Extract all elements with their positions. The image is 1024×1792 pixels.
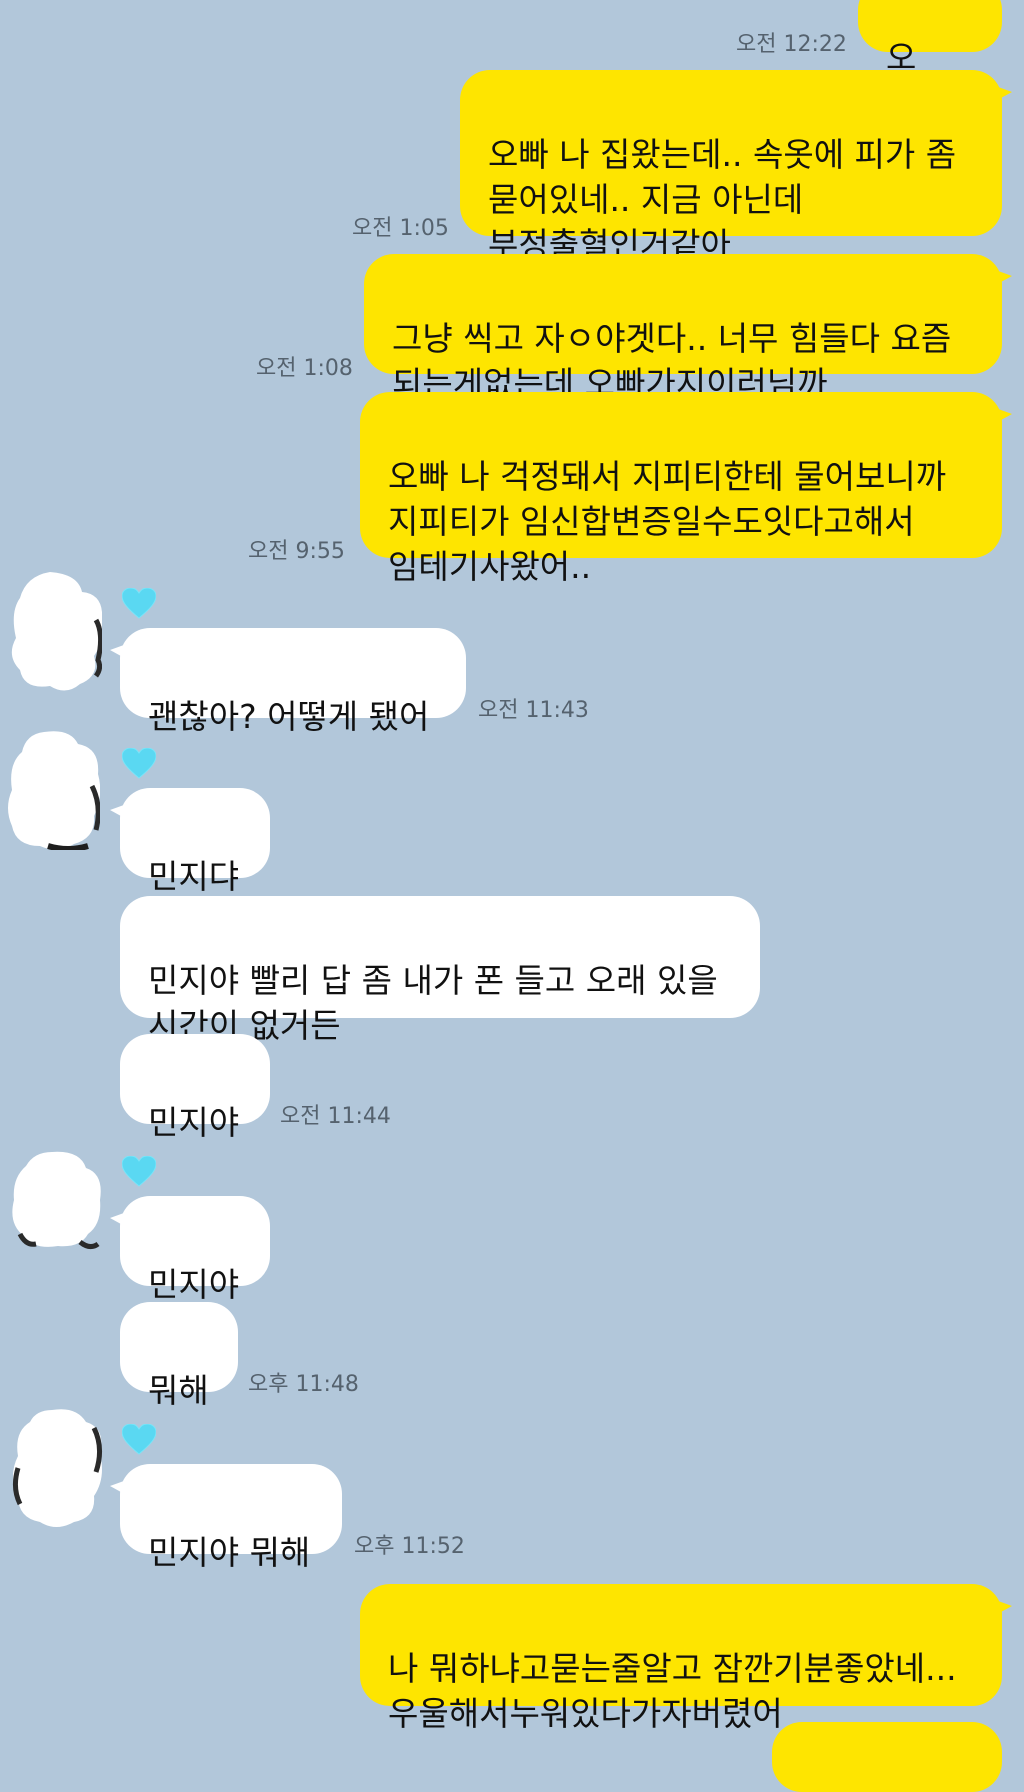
sent-message-bubble[interactable]: 오빠... xyxy=(858,0,1002,122)
message-text: 민지야 xyxy=(148,1103,240,1142)
profile-avatar[interactable] xyxy=(8,730,100,850)
received-message-bubble[interactable]: 민지야 xyxy=(110,1196,270,1304)
message-text: 뭐해 xyxy=(148,1371,209,1410)
message-text: 민지야 빨리 답 좀 내가 폰 들고 오래 있을 시간이 없거든 xyxy=(148,961,718,1045)
message-timestamp: 오전 11:43 xyxy=(478,698,589,723)
message-timestamp: 오전 11:44 xyxy=(280,1104,391,1129)
heart-icon xyxy=(122,748,156,779)
profile-avatar[interactable] xyxy=(10,1150,102,1270)
profile-avatar[interactable] xyxy=(10,572,102,692)
sent-message-bubble-partial[interactable] xyxy=(772,1722,1002,1792)
received-message-bubble[interactable]: 민지야 빨리 답 좀 내가 폰 들고 오래 있을 시간이 없거든 xyxy=(120,896,760,1045)
received-message-bubble[interactable]: 민지야 xyxy=(120,1034,270,1142)
message-text: 괜찮아? 어떻게 됐어 xyxy=(148,697,430,736)
sent-message-bubble[interactable]: 오빠 나 집왔는데.. 속옷에 피가 좀 묻어있네.. 지금 아닌데 부정출혈인… xyxy=(460,70,1012,264)
message-text: 민지야 xyxy=(148,1265,240,1304)
sent-message-bubble[interactable]: 그냥 씩고 자ㅇ야겟다.. 너무 힘들다 요즘 되는게없는데 오빠가지이러님까 xyxy=(364,254,1012,403)
message-text: 그냥 씩고 자ㅇ야겟다.. 너무 힘들다 요즘 되는게없는데 오빠가지이러님까 xyxy=(392,319,952,403)
message-text: 오빠 나 집왔는데.. 속옷에 피가 좀 묻어있네.. 지금 아닌데 부정출혈인… xyxy=(488,135,957,264)
received-message-bubble[interactable]: 뭐해 xyxy=(120,1302,238,1410)
heart-icon xyxy=(122,1156,156,1187)
message-text: 나 뭐하냐고묻는줄알고 잠깐기분좋았네... 우울해서누워있다가자버렸어 xyxy=(388,1649,957,1733)
message-timestamp: 오전 1:05 xyxy=(352,216,449,241)
message-text: 오빠 나 걱정돼서 지피티한테 물어보니까 지피티가 임신합변증일수도잇다고해서… xyxy=(388,457,947,586)
heart-icon xyxy=(122,588,156,619)
message-timestamp: 오전 9:55 xyxy=(248,539,345,564)
heart-icon xyxy=(122,1424,156,1455)
message-text: 민지댜 xyxy=(148,857,240,896)
message-timestamp: 오전 1:08 xyxy=(256,356,353,381)
message-timestamp: 오후 11:48 xyxy=(248,1372,359,1397)
message-text: 민지야 뭐해 xyxy=(148,1533,311,1572)
received-message-bubble[interactable]: 민지야 뭐해 xyxy=(110,1464,342,1572)
message-timestamp: 오전 12:22 xyxy=(736,32,847,57)
profile-avatar[interactable] xyxy=(12,1408,104,1528)
received-message-bubble[interactable]: 민지댜 xyxy=(110,788,270,896)
sent-message-bubble[interactable]: 나 뭐하냐고묻는줄알고 잠깐기분좋았네... 우울해서누워있다가자버렸어 xyxy=(360,1584,1012,1733)
message-timestamp: 오후 11:52 xyxy=(354,1534,465,1559)
received-message-bubble[interactable]: 괜찮아? 어떻게 됐어 xyxy=(110,628,466,736)
sent-message-bubble[interactable]: 오빠 나 걱정돼서 지피티한테 물어보니까 지피티가 임신합변증일수도잇다고해서… xyxy=(360,392,1012,586)
